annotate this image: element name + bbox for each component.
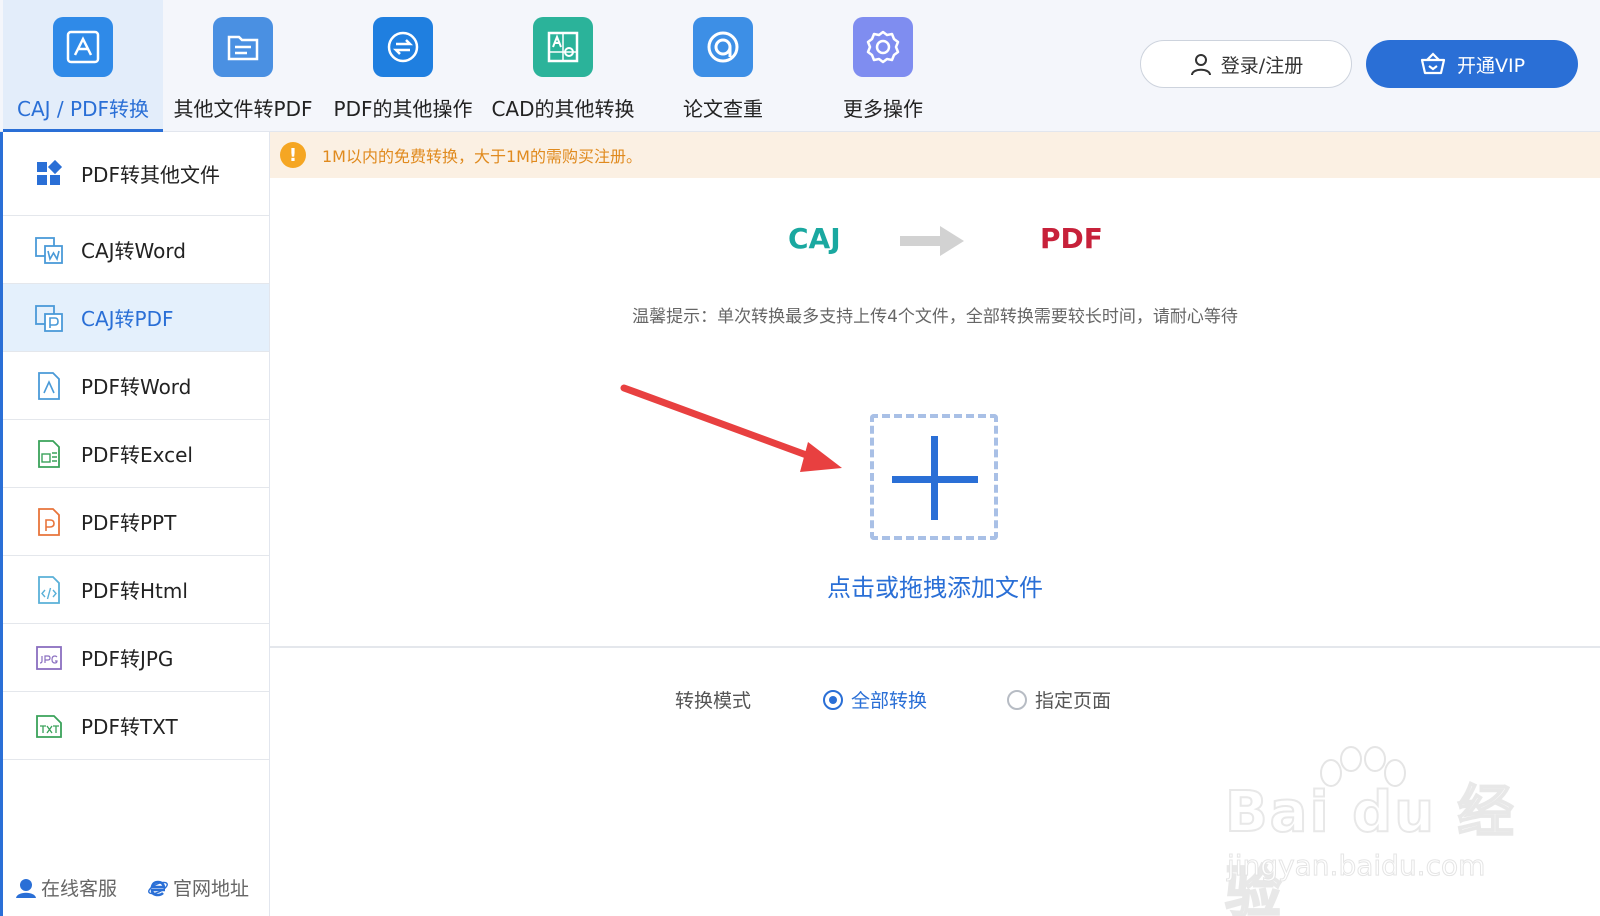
pdf-jpg-icon bbox=[33, 642, 65, 674]
sidebar-footer: 在线客服 官网地址 bbox=[15, 874, 249, 901]
add-file-drop-zone[interactable] bbox=[870, 414, 998, 540]
sidebar-item-caj-to-pdf[interactable]: CAJ转PDF bbox=[3, 284, 269, 352]
sidebar-item-label: PDF转JPG bbox=[81, 647, 174, 671]
pdf-word-icon bbox=[33, 370, 65, 402]
user-icon bbox=[1190, 54, 1211, 76]
sidebar-item-pdf-to-txt[interactable]: PDF转TXT bbox=[3, 692, 269, 760]
customer-service-icon bbox=[16, 878, 36, 898]
watermark-main-text: Bai du 经验 bbox=[1224, 779, 1516, 916]
official-website-link[interactable]: 官网地址 bbox=[147, 874, 249, 901]
ie-browser-icon bbox=[148, 880, 168, 896]
sidebar-item-pdf-to-ppt[interactable]: PDF转PPT bbox=[3, 488, 269, 556]
radio-label: 指定页面 bbox=[1035, 690, 1112, 712]
notice-text: 1M以内的免费转换，大于1M的需购买注册。 bbox=[322, 147, 642, 166]
radio-convert-all[interactable]: 全部转换 bbox=[823, 686, 927, 713]
pdf-html-icon bbox=[33, 574, 65, 606]
section-divider bbox=[270, 646, 1600, 648]
sidebar-item-label: PDF转Html bbox=[81, 579, 188, 603]
sidebar-item-label: PDF转Word bbox=[81, 375, 192, 399]
radio-specify-pages[interactable]: 指定页面 bbox=[1007, 686, 1111, 713]
tool-paper-check[interactable]: 论文查重 bbox=[643, 0, 803, 132]
sidebar-item-label: PDF转TXT bbox=[81, 715, 178, 739]
baidu-jingyan-watermark: Bai du 经验 jingyan.baidu.com bbox=[1224, 745, 1525, 916]
free-conversion-notice: ! 1M以内的免费转换，大于1M的需购买注册。 bbox=[270, 132, 1600, 178]
add-file-label[interactable]: 点击或拖拽添加文件 bbox=[270, 568, 1600, 603]
sidebar: PDF转其他文件 CAJ转Word CAJ转PDF PDF转Word PDF转E… bbox=[0, 132, 270, 916]
online-service-label: 在线客服 bbox=[41, 878, 118, 900]
caj-word-icon bbox=[33, 234, 65, 266]
sidebar-item-caj-to-word[interactable]: CAJ转Word bbox=[3, 216, 269, 284]
login-register-label: 登录/注册 bbox=[1220, 54, 1304, 77]
official-website-label: 官网地址 bbox=[173, 878, 250, 900]
sidebar-item-label: CAJ转PDF bbox=[81, 307, 174, 331]
gear-icon bbox=[853, 17, 913, 77]
paper-check-icon bbox=[693, 17, 753, 77]
file-to-pdf-icon bbox=[213, 17, 273, 77]
radio-dot bbox=[1007, 689, 1028, 710]
conversion-mode-label: 转换模式 bbox=[675, 690, 752, 712]
tool-file-to-pdf[interactable]: 其他文件转PDF bbox=[163, 0, 323, 132]
tool-label: 论文查重 bbox=[683, 97, 763, 121]
open-vip-label: 开通VIP bbox=[1456, 54, 1526, 77]
sidebar-item-label: PDF转Excel bbox=[81, 443, 193, 467]
sidebar-item-label: PDF转其他文件 bbox=[81, 163, 220, 187]
pdf-excel-icon bbox=[33, 438, 65, 470]
sidebar-item-pdf-to-html[interactable]: PDF转Html bbox=[3, 556, 269, 624]
plus-icon bbox=[892, 476, 978, 483]
sidebar-item-pdf-to-word[interactable]: PDF转Word bbox=[3, 352, 269, 420]
sidebar-item-pdf-to-jpg[interactable]: PDF转JPG bbox=[3, 624, 269, 692]
crown-basket-icon bbox=[1420, 52, 1446, 75]
pdf-convert-icon bbox=[53, 17, 113, 77]
radio-label: 全部转换 bbox=[851, 690, 928, 712]
target-format-label: PDF bbox=[1040, 222, 1103, 255]
pdf-swap-icon bbox=[373, 17, 433, 77]
grid-icon bbox=[33, 158, 65, 190]
tool-caj-pdf-convert[interactable]: CAJ / PDF转换 bbox=[3, 0, 163, 132]
arrow-right-icon bbox=[900, 226, 964, 256]
tool-label: CAD的其他转换 bbox=[491, 97, 635, 121]
sidebar-item-label: CAJ转Word bbox=[81, 239, 186, 263]
conversion-mode-row: 转换模式 全部转换 指定页面 bbox=[675, 686, 1111, 713]
sidebar-item-label: PDF转PPT bbox=[81, 511, 177, 535]
top-toolbar: CAJ / PDF转换 其他文件转PDF PDF的其他操作 CAD的其他转换 论… bbox=[0, 0, 1600, 132]
caj-pdf-icon bbox=[33, 302, 65, 334]
cad-icon bbox=[533, 17, 593, 77]
tool-pdf-other-ops[interactable]: PDF的其他操作 bbox=[323, 0, 483, 132]
source-format-label: CAJ bbox=[788, 222, 841, 255]
warning-icon: ! bbox=[280, 142, 306, 168]
watermark-url-text: jingyan.baidu.com bbox=[1226, 849, 1486, 883]
sidebar-item-pdf-to-other[interactable]: PDF转其他文件 bbox=[3, 132, 269, 216]
pdf-txt-icon bbox=[33, 710, 65, 742]
tool-label: 其他文件转PDF bbox=[173, 97, 313, 121]
tool-label: 更多操作 bbox=[843, 97, 923, 121]
online-service-link[interactable]: 在线客服 bbox=[15, 874, 117, 901]
pdf-ppt-icon bbox=[33, 506, 65, 538]
tool-label: CAJ / PDF转换 bbox=[17, 97, 149, 121]
sidebar-item-pdf-to-excel[interactable]: PDF转Excel bbox=[3, 420, 269, 488]
open-vip-button[interactable]: 开通VIP bbox=[1366, 40, 1578, 88]
red-arrow-annotation bbox=[620, 384, 842, 472]
radio-dot bbox=[823, 689, 844, 710]
tool-label: PDF的其他操作 bbox=[333, 97, 473, 121]
upload-tip: 温馨提示：单次转换最多支持上传4个文件，全部转换需要较长时间，请耐心等待 bbox=[632, 307, 1238, 327]
login-register-button[interactable]: 登录/注册 bbox=[1140, 40, 1352, 88]
tool-cad-convert[interactable]: CAD的其他转换 bbox=[483, 0, 643, 132]
tool-more-ops[interactable]: 更多操作 bbox=[803, 0, 963, 132]
